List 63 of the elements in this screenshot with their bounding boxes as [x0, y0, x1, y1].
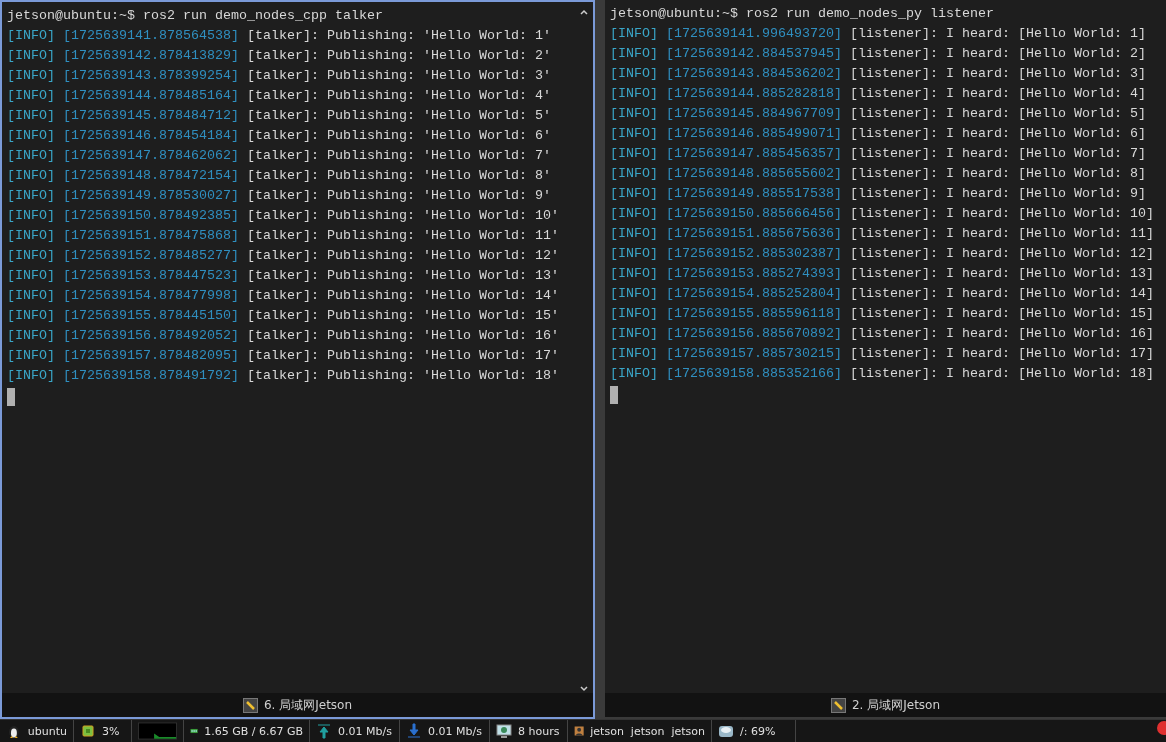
log-line: [INFO] [1725639141.996493720] [listener]: I heard: [Hello World: 1]	[610, 25, 1146, 43]
log-line: [INFO] [1725639145.884967709] [listener]: I heard: [Hello World: 5]	[610, 105, 1146, 123]
log-line: [INFO] [1725639149.885517538] [listener]: I heard: [Hello World: 9]	[610, 185, 1146, 203]
log-line: [INFO] [1725639150.885666456] [listener]: I heard: [Hello World: 10]	[610, 205, 1154, 223]
log-line: [INFO] [1725639147.878462062] [talker]: Publishing: 'Hello World: 7'	[7, 147, 551, 165]
taskbar-label: 8 hours	[518, 724, 560, 738]
log-line: [INFO] [1725639148.878472154] [talker]: Publishing: 'Hello World: 8'	[7, 167, 551, 185]
log-line: [INFO] [1725639155.885596118] [listener]: I heard: [Hello World: 15]	[610, 305, 1154, 323]
taskbar-label: ubuntu	[27, 724, 67, 738]
log-line: [INFO] [1725639142.878413829] [talker]: Publishing: 'Hello World: 2'	[7, 47, 551, 65]
log-line: [INFO] [1725639147.885456357] [listener]: I heard: [Hello World: 7]	[610, 145, 1146, 163]
log-line: [INFO] [1725639158.878491792] [talker]: Publishing: 'Hello World: 18'	[7, 367, 559, 385]
command-prompt: jetson@ubuntu:~$ ros2 run demo_nodes_py listener	[610, 5, 994, 23]
error-icon	[1154, 720, 1166, 736]
taskbar-label: 3%	[102, 724, 120, 738]
penguin-icon	[6, 723, 22, 739]
log-line: [INFO] [1725639156.885670892] [listener]: I heard: [Hello World: 16]	[610, 325, 1154, 343]
terminal-pane[interactable]	[0, 0, 595, 719]
taskbar-label: 0.01 Mb/s	[338, 724, 392, 738]
log-line: [INFO] [1725639144.878485164] [talker]: Publishing: 'Hello World: 4'	[7, 87, 551, 105]
log-line: [INFO] [1725639146.885499071] [listener]: I heard: [Hello World: 6]	[610, 125, 1146, 143]
wrench-icon	[830, 697, 846, 713]
log-line: [INFO] [1725639151.878475868] [talker]: Publishing: 'Hello World: 11'	[7, 227, 559, 245]
log-line: [INFO] [1725639154.885252804] [listener]: I heard: [Hello World: 14]	[610, 285, 1154, 303]
log-line: [INFO] [1725639141.878564538] [talker]: Publishing: 'Hello World: 1'	[7, 27, 551, 45]
log-line: [INFO] [1725639158.885352166] [listener]: I heard: [Hello World: 18]	[610, 365, 1154, 383]
taskbar-label: 0.01 Mb/s	[428, 724, 482, 738]
log-line: [INFO] [1725639152.885302387] [listener]: I heard: [Hello World: 12]	[610, 245, 1154, 263]
log-line: [INFO] [1725639146.878454184] [talker]: Publishing: 'Hello World: 6'	[7, 127, 551, 145]
taskbar-label: 1.65 GB / 6.67 GB	[204, 724, 303, 738]
taskbar-label: jetson jetson jetson	[590, 724, 705, 738]
log-line: [INFO] [1725639142.884537945] [listener]: I heard: [Hello World: 2]	[610, 45, 1146, 63]
log-line: [INFO] [1725639151.885675636] [listener]: I heard: [Hello World: 11]	[610, 225, 1154, 243]
log-line: [INFO] [1725639145.878484712] [talker]: Publishing: 'Hello World: 5'	[7, 107, 551, 125]
scroll-up-icon[interactable]	[579, 7, 589, 17]
user-icon	[574, 723, 585, 739]
text-cursor	[610, 386, 618, 404]
terminal-pane[interactable]	[603, 0, 1166, 719]
log-line: [INFO] [1725639143.878399254] [talker]: Publishing: 'Hello World: 3'	[7, 67, 551, 85]
monitor-clock-icon	[496, 723, 512, 739]
log-line: [INFO] [1725639154.878477998] [talker]: Publishing: 'Hello World: 14'	[7, 287, 559, 305]
log-line: [INFO] [1725639144.885282818] [listener]: I heard: [Hello World: 4]	[610, 85, 1146, 103]
log-line: [INFO] [1725639150.878492385] [talker]: Publishing: 'Hello World: 10'	[7, 207, 559, 225]
download-arrow-icon	[406, 723, 422, 739]
log-line: [INFO] [1725639149.878530027] [talker]: Publishing: 'Hello World: 9'	[7, 187, 551, 205]
log-line: [INFO] [1725639157.885730215] [listener]: I heard: [Hello World: 17]	[610, 345, 1154, 363]
command-prompt: jetson@ubuntu:~$ ros2 run demo_nodes_cpp talker	[7, 7, 383, 25]
tab-title: 2. 局域网Jetson	[851, 696, 941, 714]
taskbar-label: /: 69%	[740, 724, 776, 738]
tab-title: 6. 局域网Jetson	[263, 696, 353, 714]
log-line: [INFO] [1725639152.878485277] [talker]: Publishing: 'Hello World: 12'	[7, 247, 559, 265]
log-line: [INFO] [1725639153.878447523] [talker]: Publishing: 'Hello World: 13'	[7, 267, 559, 285]
log-line: [INFO] [1725639155.878445150] [talker]: Publishing: 'Hello World: 15'	[7, 307, 559, 325]
text-cursor	[7, 388, 15, 406]
wrench-icon	[242, 697, 258, 713]
log-line: [INFO] [1725639153.885274393] [listener]: I heard: [Hello World: 13]	[610, 265, 1154, 283]
chip-icon	[80, 723, 96, 739]
log-line: [INFO] [1725639148.885655602] [listener]: I heard: [Hello World: 8]	[610, 165, 1146, 183]
log-line: [INFO] [1725639143.884536202] [listener]: I heard: [Hello World: 3]	[610, 65, 1146, 83]
log-line: [INFO] [1725639157.878482095] [talker]: Publishing: 'Hello World: 17'	[7, 347, 559, 365]
upload-arrow-icon	[316, 723, 332, 739]
scroll-down-icon[interactable]	[579, 684, 589, 694]
log-line: [INFO] [1725639156.878492052] [talker]: Publishing: 'Hello World: 16'	[7, 327, 559, 345]
